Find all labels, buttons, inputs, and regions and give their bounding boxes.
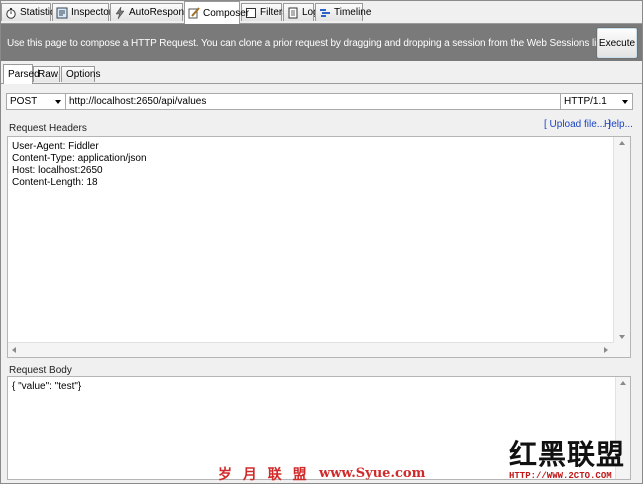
watermark-cn-text: 岁 月 联 盟: [218, 467, 310, 483]
header-line: Host: localhost:2650: [12, 165, 103, 176]
version-value: HTTP/1.1: [564, 96, 607, 107]
tab-label: Timeline: [334, 7, 372, 18]
upload-file-link[interactable]: [ Upload file... ]: [544, 119, 611, 130]
watermark-site: www.Syue.com: [319, 466, 426, 481]
tab-log[interactable]: Log: [283, 3, 319, 21]
http-version-select[interactable]: HTTP/1.1: [560, 93, 633, 110]
fiddler-window: Statistics Inspectors AutoResponder Comp…: [0, 0, 643, 484]
stopwatch-icon: [5, 7, 17, 19]
chevron-down-icon: [55, 100, 61, 104]
header-line: User-Agent: Fiddler: [12, 141, 99, 152]
inspect-icon: [56, 7, 68, 19]
tab-statistics[interactable]: Statistics: [1, 3, 60, 21]
help-link[interactable]: Help...: [604, 119, 633, 130]
header-line: Content-Type: application/json: [12, 153, 147, 164]
tab-options[interactable]: Options: [61, 66, 100, 82]
request-headers-textarea[interactable]: User-Agent: Fiddler Content-Type: applic…: [7, 136, 631, 358]
tab-autoresponder[interactable]: AutoResponder: [110, 3, 199, 21]
timeline-icon: [319, 7, 331, 19]
chevron-down-icon: [622, 100, 628, 104]
watermark-logo: 红黑联盟: [509, 438, 626, 471]
tab-timeline[interactable]: Timeline: [315, 3, 371, 21]
request-body-label: Request Body: [9, 365, 72, 376]
tab-composer[interactable]: Composer: [184, 1, 249, 24]
composer-subtabs: Parsed Raw Options: [1, 61, 642, 84]
header-line: Content-Length: 18: [12, 177, 98, 188]
pencil-icon: [188, 7, 200, 19]
request-headers-label: Request Headers: [9, 123, 87, 134]
method-select[interactable]: POST: [6, 93, 66, 110]
tab-label: Composer: [203, 7, 250, 19]
watermark-logo-url: HTTP://WWW.2CTO.COM: [509, 471, 612, 481]
tab-inspectors[interactable]: Inspectors: [52, 3, 117, 21]
tab-parsed[interactable]: Parsed: [3, 64, 40, 84]
composer-info-bar: Use this page to compose a HTTP Request.…: [1, 24, 642, 61]
lightning-icon: [114, 6, 126, 19]
headers-vertical-scrollbar[interactable]: [613, 137, 630, 357]
info-text: Use this page to compose a HTTP Request.…: [7, 38, 607, 49]
method-value: POST: [10, 96, 38, 107]
headers-horizontal-scrollbar[interactable]: [8, 342, 614, 357]
document-icon: [287, 7, 299, 19]
url-input[interactable]: http://localhost:2650/api/values: [65, 93, 561, 110]
execute-button[interactable]: Execute: [596, 27, 638, 59]
top-tab-strip: Statistics Inspectors AutoResponder Comp…: [1, 1, 642, 24]
body-content: { "value": "test"}: [12, 381, 82, 392]
